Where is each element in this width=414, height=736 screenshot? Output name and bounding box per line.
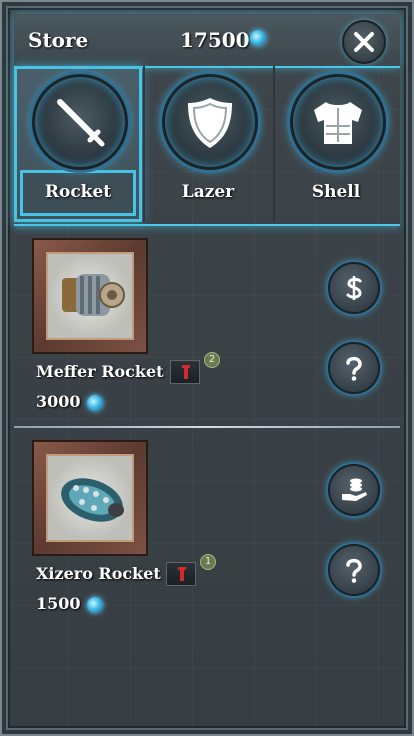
buy-button[interactable] — [328, 262, 380, 314]
close-button[interactable] — [342, 20, 386, 64]
gem-icon — [250, 30, 266, 46]
tab-lazer[interactable]: Lazer — [144, 66, 272, 222]
level-badge — [170, 360, 200, 384]
list-item: Meffer Rocket 2 3000 — [14, 226, 400, 426]
category-tabs: Rocket Lazer Shell — [14, 66, 400, 226]
sell-button[interactable] — [328, 464, 380, 516]
gem-icon — [86, 596, 103, 613]
store-title: Store — [28, 28, 89, 52]
item-name: Meffer Rocket — [36, 362, 164, 381]
rocket-part-icon — [61, 478, 124, 522]
item-thumbnail[interactable] — [32, 238, 148, 354]
info-button[interactable] — [328, 544, 380, 596]
store-header: Store 17500 — [14, 14, 400, 68]
coins-in-hand-icon — [342, 478, 367, 501]
question-icon — [346, 356, 362, 381]
gem-icon — [86, 394, 103, 411]
level-number: 2 — [204, 352, 220, 368]
rocket-part-icon — [62, 274, 125, 316]
shield-icon — [162, 74, 258, 170]
tab-rocket[interactable]: Rocket — [14, 66, 142, 222]
coin-balance: 17500 — [180, 28, 250, 52]
item-name: Xizero Rocket — [36, 564, 161, 583]
price-value: 3000 — [36, 392, 81, 411]
level-badge — [166, 562, 196, 586]
price-value: 1500 — [36, 594, 81, 613]
level-number: 1 — [200, 554, 216, 570]
item-price: 3000 — [36, 392, 103, 411]
armor-icon — [290, 74, 386, 170]
tab-shell[interactable]: Shell — [272, 66, 400, 222]
item-thumbnail[interactable] — [32, 440, 148, 556]
close-icon — [354, 32, 374, 52]
tab-label-lazer: Lazer — [181, 182, 235, 202]
info-button[interactable] — [328, 342, 380, 394]
tab-label-shell: Shell — [311, 182, 361, 202]
dollar-icon — [346, 276, 362, 300]
question-icon — [346, 558, 362, 583]
list-item: Xizero Rocket 1 1500 — [14, 428, 400, 628]
tab-label-rocket: Rocket — [44, 182, 112, 202]
sword-icon — [32, 74, 128, 170]
item-price: 1500 — [36, 594, 103, 613]
